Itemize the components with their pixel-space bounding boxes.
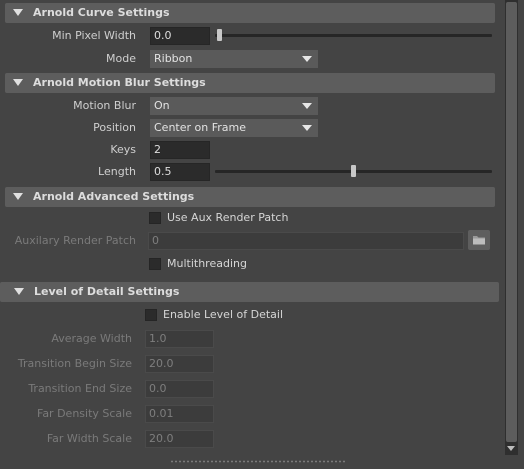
enable-lod-label: Enable Level of Detail	[163, 308, 284, 321]
position-dropdown[interactable]: Center on Frame	[150, 119, 318, 137]
length-label: Length	[98, 165, 136, 178]
enable-lod-checkbox[interactable]	[145, 309, 157, 321]
motion-blur-label: Motion Blur	[73, 99, 136, 112]
chevron-down-icon	[302, 103, 312, 109]
section-title: Arnold Advanced Settings	[33, 190, 195, 203]
section-header-motion-blur[interactable]: Arnold Motion Blur Settings	[5, 73, 495, 93]
length-field[interactable]: 0.5	[150, 163, 210, 181]
section-header-lod[interactable]: Level of Detail Settings	[0, 282, 499, 302]
min-pixel-width-label: Min Pixel Width	[52, 29, 136, 42]
section-header-advanced[interactable]: Arnold Advanced Settings	[5, 187, 495, 207]
folder-icon	[473, 236, 485, 245]
transition-begin-size-field[interactable]: 20.0	[145, 355, 214, 373]
attribute-editor-panel: Arnold Curve Settings Min Pixel Width 0.…	[0, 0, 524, 469]
chevron-down-icon	[302, 125, 312, 131]
multithreading-checkbox[interactable]	[149, 258, 161, 270]
triangle-down-icon	[13, 9, 23, 16]
far-density-scale-field[interactable]: 0.01	[145, 405, 214, 423]
scroll-down-arrow-icon[interactable]	[507, 446, 515, 451]
far-width-scale-field[interactable]: 20.0	[145, 430, 214, 448]
far-width-scale-label: Far Width Scale	[46, 432, 132, 445]
triangle-down-icon	[14, 288, 24, 295]
transition-begin-size-label: Transition Begin Size	[17, 357, 132, 370]
mode-dropdown[interactable]: Ribbon	[150, 50, 318, 68]
use-aux-render-patch-checkbox[interactable]	[149, 212, 161, 224]
far-density-scale-label: Far Density Scale	[37, 407, 132, 420]
length-slider-handle[interactable]	[350, 165, 356, 177]
min-pixel-width-slider-handle[interactable]	[217, 29, 222, 41]
use-aux-render-patch-label: Use Aux Render Patch	[167, 211, 289, 224]
triangle-down-icon	[13, 79, 23, 86]
position-dropdown-value: Center on Frame	[154, 121, 246, 134]
keys-field[interactable]: 2	[150, 141, 210, 159]
aux-render-patch-label: Auxilary Render Patch	[14, 234, 136, 247]
section-header-curve[interactable]: Arnold Curve Settings	[5, 3, 495, 23]
aux-render-patch-field[interactable]: 0	[148, 232, 464, 250]
motion-blur-dropdown-value: On	[154, 99, 170, 112]
position-label: Position	[93, 121, 136, 134]
min-pixel-width-slider-track[interactable]	[215, 34, 492, 37]
min-pixel-width-field[interactable]: 0.0	[150, 27, 210, 45]
average-width-label: Average Width	[51, 332, 132, 345]
panel-resize-grip[interactable]	[170, 460, 346, 463]
section-title: Arnold Motion Blur Settings	[33, 76, 206, 89]
multithreading-label: Multithreading	[167, 257, 247, 270]
motion-blur-dropdown[interactable]: On	[150, 97, 318, 115]
transition-end-size-label: Transition End Size	[28, 382, 132, 395]
transition-end-size-field[interactable]: 0.0	[145, 380, 214, 398]
keys-label: Keys	[110, 143, 136, 156]
browse-folder-button[interactable]	[468, 230, 490, 250]
section-title: Arnold Curve Settings	[33, 6, 170, 19]
mode-label: Mode	[106, 52, 136, 65]
scrollbar-thumb[interactable]	[506, 2, 517, 442]
triangle-down-icon	[13, 193, 23, 200]
section-title: Level of Detail Settings	[34, 285, 180, 298]
mode-dropdown-value: Ribbon	[154, 52, 193, 65]
chevron-down-icon	[302, 56, 312, 62]
average-width-field[interactable]: 1.0	[145, 330, 214, 348]
